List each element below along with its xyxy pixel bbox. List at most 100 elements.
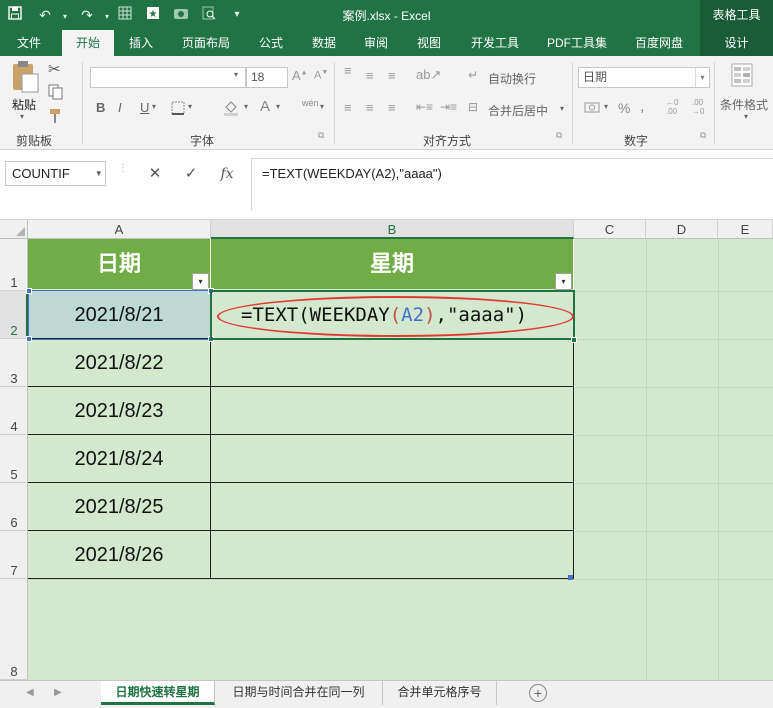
align-middle-icon[interactable]: ≡ [366,68,374,83]
column-header-e[interactable]: E [718,220,773,239]
number-dialog-launcher-icon[interactable]: ⧉ [700,130,706,141]
row-header-6[interactable]: 6 [0,483,28,531]
cell-a4[interactable]: 2021/8/23 [28,387,211,435]
font-dialog-launcher-icon[interactable]: ⧉ [318,130,324,141]
name-box[interactable]: COUNTIF ▾ [5,161,106,186]
orientation-icon[interactable]: ab↗ [416,67,441,83]
row-header-7[interactable]: 7 [0,531,28,579]
tab-design[interactable]: 设计 [700,30,773,56]
font-size-combo[interactable]: 18 [246,67,288,88]
number-format-combo[interactable]: 日期 ▾ [578,67,710,88]
insert-function-button[interactable]: fx [216,163,238,185]
accounting-format-icon[interactable] [584,100,602,119]
increase-indent-icon[interactable]: ⇥≡ [440,100,457,114]
align-bottom-icon[interactable]: ≡ [388,68,396,83]
copy-icon[interactable] [48,84,64,103]
italic-button[interactable]: I [118,100,122,115]
tab-review[interactable]: 审阅 [354,30,398,56]
sheet-tab-weekday[interactable]: 日期快速转星期 [101,681,215,705]
font-name-dropdown-icon[interactable]: ▾ [234,70,238,79]
paste-dropdown-icon[interactable]: ▾ [20,112,24,121]
select-all-button[interactable] [0,220,28,239]
reference-handle[interactable] [26,336,32,342]
decrease-decimal-icon[interactable]: .00 →0 [692,98,704,116]
cell-b6[interactable] [211,483,574,531]
scroll-left-icon[interactable]: ◀ [26,687,34,698]
cut-icon[interactable]: ✂ [48,60,61,78]
row-header-3[interactable]: 3 [0,339,28,387]
format-painter-icon[interactable] [48,108,64,127]
percent-button[interactable]: % [618,100,630,116]
tab-formulas[interactable]: 公式 [248,30,294,56]
filter-dropdown-icon[interactable]: ▾ [192,273,209,290]
sheet-tab-datetime-merge[interactable]: 日期与时间合并在同一列 [215,681,383,705]
fill-color-icon[interactable] [222,98,240,119]
scroll-right-icon[interactable]: ▶ [54,687,62,698]
paste-button[interactable]: 粘贴 [12,96,36,113]
cancel-button[interactable]: ✕ [144,163,166,185]
border-dropdown-icon[interactable]: ▾ [188,102,192,111]
conditional-format-dropdown-icon[interactable]: ▾ [744,112,748,121]
accounting-dropdown-icon[interactable]: ▾ [604,102,608,111]
table-resize-handle[interactable] [568,575,573,580]
name-box-dropdown-icon[interactable]: ▾ [96,162,101,185]
tab-view[interactable]: 视图 [406,30,452,56]
worksheet-grid[interactable]: A B C D E 1 2 3 4 5 6 7 8 日期 星期 ▾ ▾ 2021… [0,220,773,680]
fill-handle[interactable] [571,337,577,343]
cell-b7[interactable] [211,531,574,579]
merge-center-button[interactable]: 合并后居中 [488,102,548,119]
cell-a6[interactable]: 2021/8/25 [28,483,211,531]
phonetic-dropdown-icon[interactable]: ▾ [320,102,324,111]
increase-decimal-icon[interactable]: ←0.00 [666,98,678,116]
align-left-icon[interactable]: ≡ [344,100,352,115]
tab-pdf-tools[interactable]: PDF工具集 [538,30,616,56]
font-color-dropdown-icon[interactable]: ▾ [276,102,280,111]
column-header-d[interactable]: D [646,220,718,239]
shrink-font-icon[interactable]: A▼ [314,69,328,82]
wrap-text-button[interactable]: 自动换行 [488,70,536,87]
cell-b5[interactable] [211,435,574,483]
cell-a7[interactable]: 2021/8/26 [28,531,211,579]
merge-dropdown-icon[interactable]: ▾ [560,104,564,113]
underline-button[interactable]: U [140,100,149,115]
tab-data[interactable]: 数据 [302,30,346,56]
add-sheet-icon[interactable]: + [529,684,547,702]
cell-b3[interactable] [211,339,574,387]
decrease-indent-icon[interactable]: ⇤≡ [416,100,433,114]
underline-dropdown-icon[interactable]: ▾ [152,102,156,111]
row-header-8[interactable]: 8 [0,579,28,680]
align-center-icon[interactable]: ≡ [366,100,374,115]
tab-insert[interactable]: 插入 [118,30,164,56]
bold-button[interactable]: B [96,100,105,115]
column-header-a[interactable]: A [28,220,211,239]
cell-a3[interactable]: 2021/8/22 [28,339,211,387]
alignment-dialog-launcher-icon[interactable]: ⧉ [556,130,562,141]
merge-center-icon[interactable]: ⊟ [468,100,478,114]
filter-dropdown-icon[interactable]: ▾ [555,273,572,290]
row-header-5[interactable]: 5 [0,435,28,483]
resize-handle-icon[interactable]: ⋮ [118,164,128,174]
align-right-icon[interactable]: ≡ [388,100,396,115]
sheet-tab-merged-cell-index[interactable]: 合并单元格序号 [383,681,497,705]
row-header-4[interactable]: 4 [0,387,28,435]
tab-baidu-netdisk[interactable]: 百度网盘 [624,30,694,56]
tab-home[interactable]: 开始 [62,30,114,56]
wrap-text-icon[interactable]: ↵ [468,68,478,82]
cell-a5[interactable]: 2021/8/24 [28,435,211,483]
fill-color-dropdown-icon[interactable]: ▾ [244,102,248,111]
border-icon[interactable] [170,100,186,119]
conditional-format-icon[interactable] [730,62,756,93]
tab-page-layout[interactable]: 页面布局 [172,30,240,56]
phonetic-button[interactable]: wén [302,98,319,108]
column-header-b[interactable]: B [211,220,574,239]
enter-button[interactable]: ✓ [180,163,202,185]
header-cell-weekday[interactable]: 星期 [211,239,574,289]
column-header-c[interactable]: C [574,220,646,239]
tab-developer[interactable]: 开发工具 [460,30,530,56]
paste-icon[interactable] [10,60,40,97]
row-header-2[interactable]: 2 [0,291,28,339]
font-color-button[interactable]: A [260,98,270,115]
header-cell-date[interactable]: 日期 [28,239,211,289]
number-format-dropdown-icon[interactable]: ▾ [695,68,709,87]
reference-handle[interactable] [26,288,32,294]
